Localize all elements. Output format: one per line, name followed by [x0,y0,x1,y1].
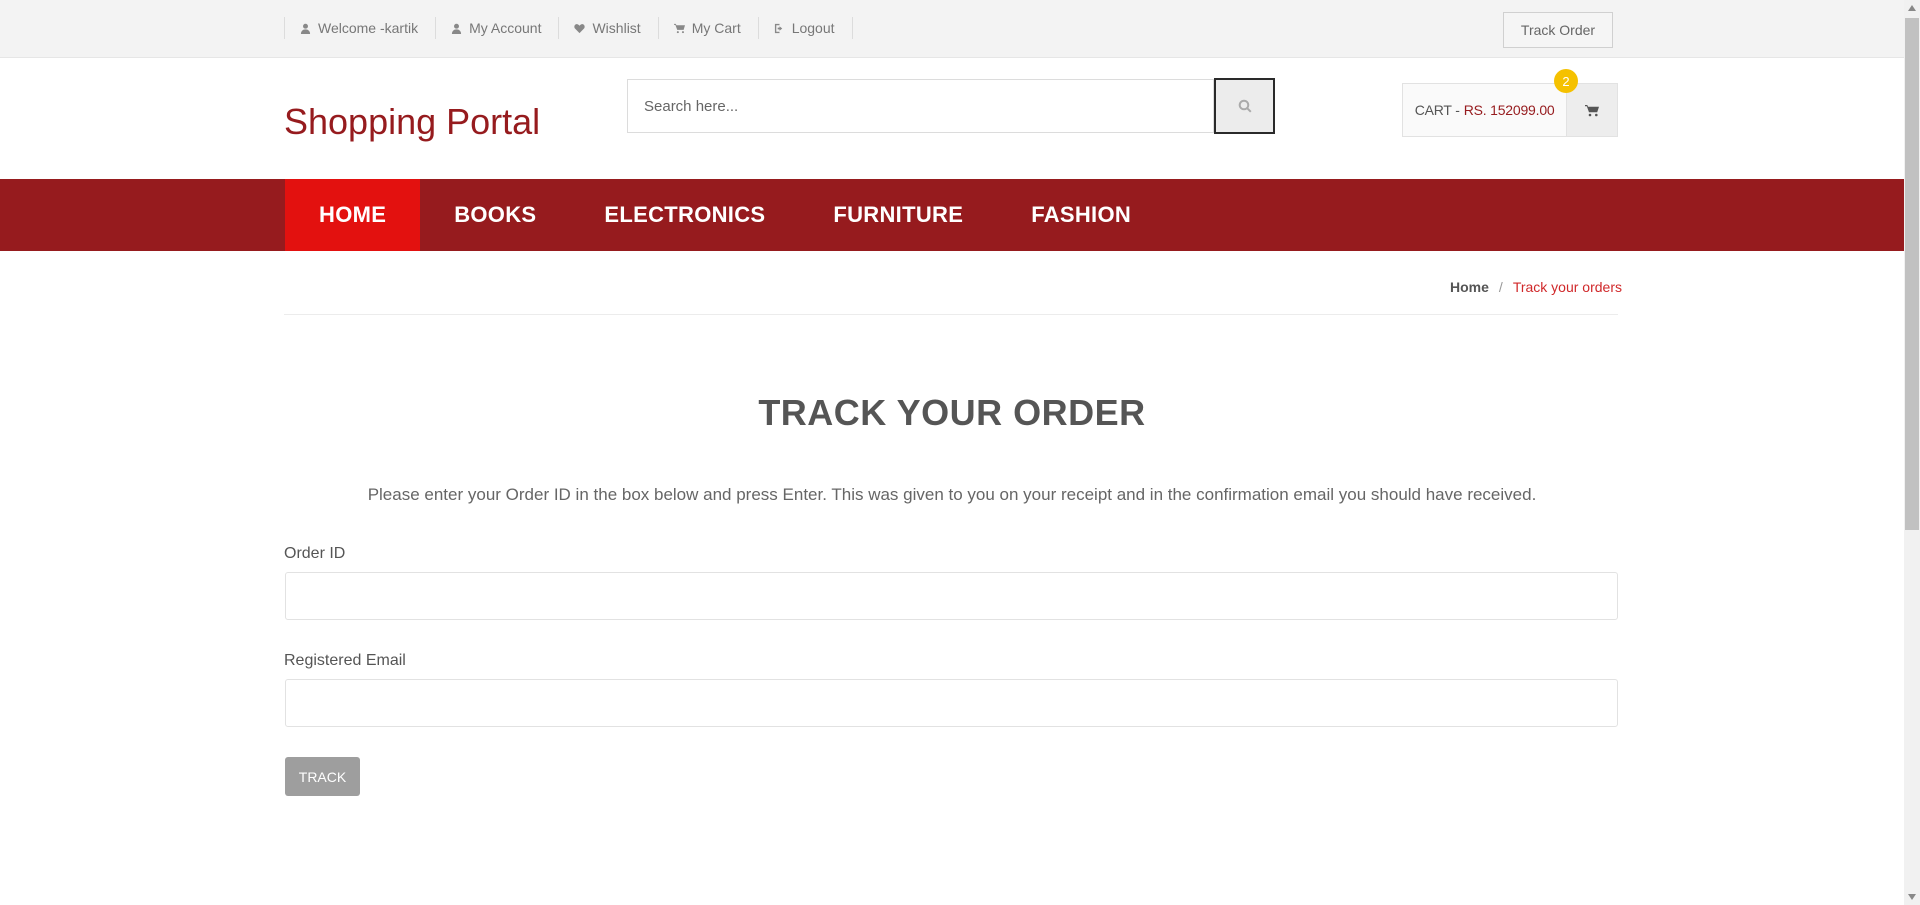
breadcrumb-home[interactable]: Home [1450,279,1489,295]
cart-icon-button[interactable] [1566,84,1617,136]
email-label: Registered Email [284,652,406,669]
sign-out-icon [774,23,782,33]
my-cart-label: My Cart [691,20,741,36]
cart-summary[interactable]: CART - RS. 152099.00 [1402,83,1618,137]
cart-amount: RS. 152099.00 [1463,102,1555,118]
cart-icon [1585,104,1600,116]
track-button[interactable]: TRACK [285,757,360,796]
top-links: Welcome -kartik My Account Wishlist My C… [284,17,853,39]
wishlist-link[interactable]: Wishlist [559,17,659,39]
cart-count-badge: 2 [1554,69,1578,93]
logout-link[interactable]: Logout [759,17,853,39]
email-input[interactable] [285,679,1618,727]
search-icon [1238,99,1252,113]
logout-label: Logout [791,20,835,36]
user-icon [452,23,462,34]
user-icon [300,23,311,34]
intro-text: Please enter your Order ID in the box be… [367,485,1537,504]
nav-item-fashion[interactable]: FASHION [997,179,1165,251]
cart-label: CART - [1414,102,1460,118]
page-title: TRACK YOUR ORDER [758,392,1146,433]
order-id-input[interactable] [285,572,1618,620]
nav-item-furniture[interactable]: FURNITURE [799,179,997,251]
wishlist-label: Wishlist [592,20,641,36]
scrollbar-thumb[interactable] [1905,18,1919,530]
nav-item-home[interactable]: HOME [285,179,421,251]
my-account-link[interactable]: My Account [436,17,560,39]
track-order-button[interactable]: Track Order [1503,12,1613,48]
search-button[interactable] [1214,78,1275,134]
my-cart-link[interactable]: My Cart [659,17,759,39]
nav-menu: HOME BOOKS ELECTRONICS FURNITURE FASHION [285,179,1165,251]
site-logo[interactable]: Shopping Portal [284,101,540,143]
my-account-label: My Account [469,20,542,36]
breadcrumb-current: Track your orders [1512,279,1622,295]
scroll-up-arrow-icon[interactable] [1904,0,1920,16]
cart-total: CART - RS. 152099.00 [1403,84,1567,136]
scroll-down-arrow-icon[interactable] [1904,889,1920,905]
search-bar [627,78,1275,135]
nav-item-books[interactable]: BOOKS [420,179,570,251]
breadcrumb: Home / Track your orders [1450,279,1622,295]
order-id-label: Order ID [284,545,346,562]
heart-icon [574,23,586,33]
main-nav: HOME BOOKS ELECTRONICS FURNITURE FASHION [0,179,1904,251]
breadcrumb-divider [284,314,1618,315]
cart-icon [673,23,685,33]
welcome-label: Welcome -kartik [318,20,419,36]
search-input[interactable] [627,79,1215,133]
welcome-link[interactable]: Welcome -kartik [285,17,437,39]
breadcrumb-separator: / [1498,279,1503,295]
nav-item-electronics[interactable]: ELECTRONICS [570,179,799,251]
top-bar: Welcome -kartik My Account Wishlist My C… [0,0,1904,58]
